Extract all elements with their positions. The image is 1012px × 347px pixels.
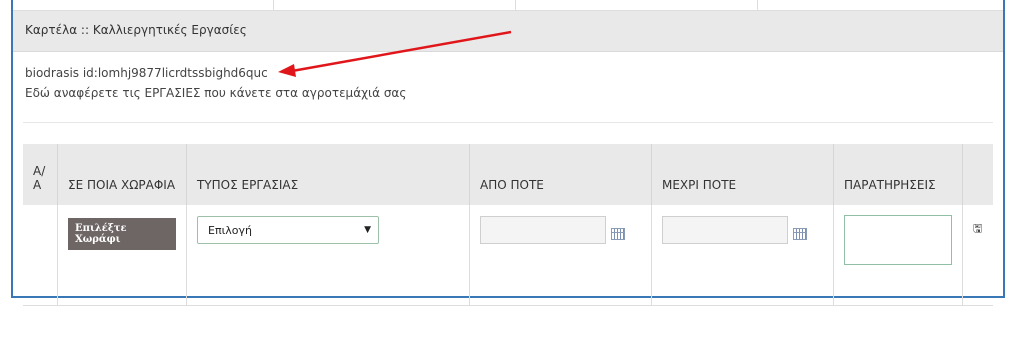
annotation-arrow-line xyxy=(291,30,512,73)
annotation-arrow xyxy=(278,30,512,77)
annotation-arrow-head xyxy=(278,64,296,77)
